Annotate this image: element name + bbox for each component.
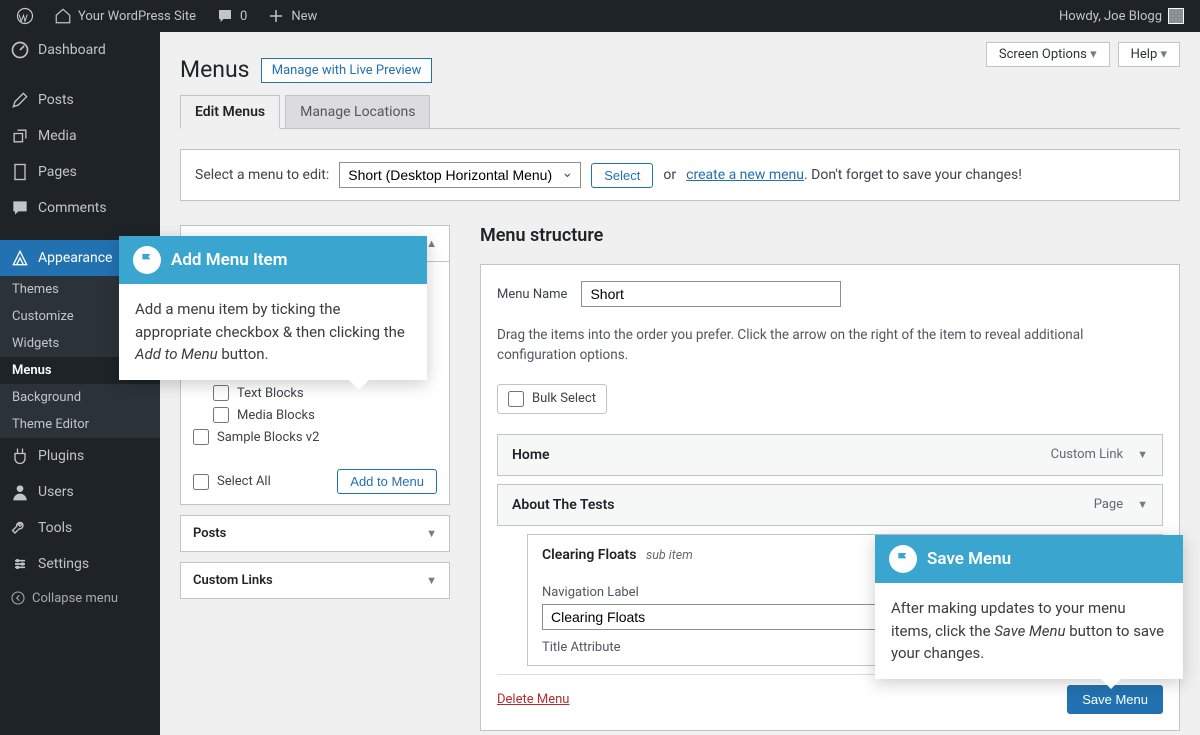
checkbox[interactable]	[193, 474, 209, 490]
nav-tabs: Edit Menus Manage Locations	[180, 95, 1180, 129]
select-all[interactable]: Select All	[193, 471, 271, 493]
manage-live-preview-button[interactable]: Manage with Live Preview	[261, 58, 433, 83]
create-new-menu-link[interactable]: create a new menu	[686, 167, 804, 183]
metabox-custom-head[interactable]: Custom Links▼	[181, 563, 449, 598]
site-name: Your WordPress Site	[78, 9, 196, 24]
menu-select[interactable]: Short (Desktop Horizontal Menu)	[339, 162, 581, 188]
menu-item-about[interactable]: About The Tests Page ▼	[497, 484, 1163, 526]
page-item[interactable]: Media Blocks	[193, 404, 437, 426]
page-item[interactable]: Text Blocks	[193, 382, 437, 404]
chevron-down-icon: ▼	[1137, 448, 1148, 461]
menu-select-row: Select a menu to edit: Short (Desktop Ho…	[180, 149, 1180, 201]
checkbox[interactable]	[193, 429, 209, 445]
howdy-text: Howdy, Joe Blogg	[1059, 9, 1162, 24]
wp-logo-icon[interactable]	[8, 0, 42, 32]
avatar-icon	[1168, 8, 1184, 24]
flag-icon	[889, 545, 917, 573]
metabox-posts: Posts▼	[180, 515, 450, 552]
sidebar-item-settings[interactable]: Settings	[0, 546, 160, 582]
page-title: Menus	[180, 56, 250, 83]
select-tail: . Don't forget to save your changes!	[804, 167, 1022, 183]
chevron-down-icon: ▼	[426, 527, 437, 540]
drag-hint: Drag the items into the order you prefer…	[497, 325, 1163, 366]
select-button[interactable]: Select	[591, 163, 653, 188]
comments-count: 0	[240, 9, 247, 24]
sidebar-item-tools[interactable]: Tools	[0, 510, 160, 546]
or-text: or	[663, 167, 676, 183]
delete-menu-link[interactable]: Delete Menu	[497, 692, 569, 707]
sidebar-item-users[interactable]: Users	[0, 474, 160, 510]
comments-link[interactable]: 0	[208, 0, 255, 32]
admin-bar: Your WordPress Site 0 New Howdy, Joe Blo…	[0, 0, 1200, 32]
help-button[interactable]: Help	[1118, 42, 1180, 67]
sidebar-item-plugins[interactable]: Plugins	[0, 438, 160, 474]
bulk-select[interactable]: Bulk Select	[497, 384, 607, 414]
tab-edit-menus[interactable]: Edit Menus	[180, 95, 280, 129]
new-link[interactable]: New	[259, 0, 325, 32]
menu-item-home[interactable]: Home Custom Link ▼	[497, 434, 1163, 476]
new-label: New	[291, 9, 317, 24]
sidebar-item-pages[interactable]: Pages	[0, 154, 160, 190]
callout-save-menu: Save Menu After making updates to your m…	[875, 535, 1183, 679]
menu-name-label: Menu Name	[497, 287, 567, 302]
site-link[interactable]: Your WordPress Site	[46, 0, 204, 32]
menu-name-input[interactable]	[581, 281, 841, 307]
sidebar-item-posts[interactable]: Posts	[0, 82, 160, 118]
chevron-down-icon: ▼	[1137, 498, 1148, 511]
checkbox[interactable]	[213, 407, 229, 423]
page-item[interactable]: Sample Blocks v2	[193, 426, 437, 448]
submenu-theme-editor[interactable]: Theme Editor	[0, 411, 160, 438]
tab-manage-locations[interactable]: Manage Locations	[285, 95, 430, 128]
chevron-down-icon: ▼	[426, 574, 437, 587]
collapse-menu[interactable]: Collapse menu	[0, 582, 160, 614]
howdy-link[interactable]: Howdy, Joe Blogg	[1051, 0, 1192, 32]
screen-options-button[interactable]: Screen Options	[986, 42, 1110, 67]
callout-add-menu-item: Add Menu Item Add a menu item by ticking…	[119, 236, 427, 380]
flag-icon	[133, 246, 161, 274]
sidebar-item-media[interactable]: Media	[0, 118, 160, 154]
metabox-posts-head[interactable]: Posts▼	[181, 516, 449, 551]
checkbox[interactable]	[508, 391, 524, 407]
checkbox[interactable]	[213, 385, 229, 401]
select-menu-label: Select a menu to edit:	[195, 167, 329, 183]
submenu-background[interactable]: Background	[0, 384, 160, 411]
admin-sidebar: Dashboard Posts Media Pages Comments App…	[0, 32, 160, 735]
sidebar-item-dashboard[interactable]: Dashboard	[0, 32, 160, 68]
metabox-custom-links: Custom Links▼	[180, 562, 450, 599]
sidebar-item-comments[interactable]: Comments	[0, 190, 160, 226]
add-to-menu-button[interactable]: Add to Menu	[337, 469, 437, 494]
chevron-up-icon: ▲	[426, 237, 437, 250]
menu-structure-heading: Menu structure	[480, 225, 1180, 246]
